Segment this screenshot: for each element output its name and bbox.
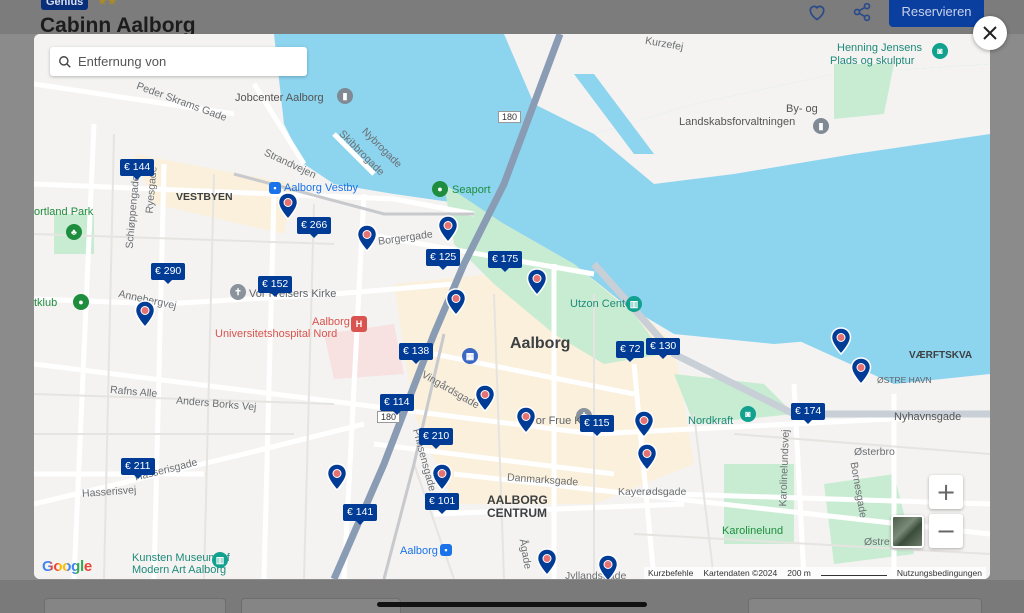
scale-bar <box>820 568 887 576</box>
bottom-card <box>44 598 226 613</box>
district-label: CENTRUM <box>487 506 547 520</box>
distance-search[interactable] <box>50 47 307 76</box>
district-label: VÆRFTSKVA <box>909 350 973 361</box>
price-marker[interactable]: € 141 <box>343 504 378 525</box>
price-marker[interactable]: € 72 <box>616 341 645 362</box>
hotel-pin-icon[interactable] <box>356 224 378 252</box>
reserve-button[interactable]: Reservieren <box>889 0 984 27</box>
road-shield: 180 <box>498 111 522 123</box>
city-label: Aalborg <box>510 335 571 352</box>
place-label: Karolinelund <box>722 525 784 537</box>
search-icon <box>59 55 71 68</box>
shortcuts-link[interactable]: Kurzbefehle <box>648 568 693 578</box>
hotel-pin-icon[interactable] <box>437 215 459 243</box>
bottom-card <box>748 598 982 613</box>
price-marker[interactable]: € 130 <box>646 338 681 359</box>
price-marker[interactable]: € 115 <box>580 415 614 436</box>
price-marker[interactable]: € 138 <box>399 343 434 364</box>
hotel-pin-icon[interactable] <box>277 192 299 220</box>
price-marker[interactable]: € 175 <box>488 251 523 272</box>
page-header: Genius ★★ Cabinn Aalborg Reservieren <box>0 0 1024 37</box>
zoom-out-button[interactable]: − <box>929 514 963 548</box>
scale-label[interactable]: 200 m <box>787 568 811 578</box>
place-label: Universitetshospital Nord <box>215 328 338 340</box>
hotel-pin-icon[interactable] <box>445 288 467 316</box>
google-logo: Google <box>42 558 92 575</box>
hotel-pin-icon[interactable] <box>474 384 496 412</box>
place-label: Jobcenter Aalborg <box>235 92 324 104</box>
park-icon: ♣ <box>66 224 82 240</box>
hotel-pin-icon[interactable] <box>536 548 558 576</box>
price-marker[interactable]: € 114 <box>380 394 414 415</box>
street-label: Østre <box>864 536 890 548</box>
street-label: Østerbro <box>854 446 895 458</box>
hotel-pin-icon[interactable] <box>636 443 658 471</box>
price-marker[interactable]: € 266 <box>297 217 332 238</box>
price-marker[interactable]: € 101 <box>425 493 460 514</box>
district-label: AALBORG <box>487 493 548 507</box>
map-attribution: Kurzbefehle Kartendaten ©2024 200 m Nutz… <box>644 567 986 579</box>
hotel-pin-icon[interactable] <box>515 406 537 434</box>
place-label: Henning Jensens <box>837 42 923 54</box>
district-label: VESTBYEN <box>176 191 233 203</box>
museum-icon: ▥ <box>212 552 228 568</box>
hotel-pin-icon[interactable] <box>850 357 872 385</box>
price-marker[interactable]: € 211 <box>121 458 155 479</box>
map-pin-icon: ● <box>432 181 448 197</box>
price-marker[interactable]: € 174 <box>791 403 826 424</box>
government-icon: ▮ <box>813 118 829 134</box>
price-marker[interactable]: € 125 <box>426 249 461 270</box>
church-icon: ✝ <box>230 284 246 300</box>
price-marker[interactable]: € 210 <box>419 428 454 449</box>
museum-icon: ▥ <box>626 296 642 312</box>
place-label: ortland Park <box>34 206 94 218</box>
terms-link[interactable]: Nutzungsbedingungen <box>897 568 982 578</box>
genius-badge: Genius <box>41 0 89 10</box>
street-label: Nyhavnsgade <box>894 411 962 423</box>
price-marker[interactable]: € 144 <box>120 159 155 180</box>
share-icon[interactable] <box>852 2 872 22</box>
camera-icon: ◙ <box>932 43 948 59</box>
price-marker[interactable]: € 290 <box>151 263 186 284</box>
hotel-pin-icon[interactable] <box>633 410 655 438</box>
hotel-pin-icon[interactable] <box>326 463 348 491</box>
close-button[interactable] <box>973 16 1007 50</box>
close-icon <box>983 26 997 40</box>
hotel-pin-icon[interactable] <box>597 554 619 579</box>
map-data-label: Kartendaten ©2024 <box>703 568 778 578</box>
star-rating: ★★ <box>97 0 117 8</box>
place-label: tklub <box>34 297 58 309</box>
price-marker[interactable]: € 152 <box>258 276 293 297</box>
heart-icon[interactable] <box>807 2 827 22</box>
place-label: Nordkraft <box>688 415 734 427</box>
hotel-pin-icon[interactable] <box>134 300 156 328</box>
place-label: Seaport <box>452 184 491 196</box>
map-pin-icon: ● <box>73 294 89 310</box>
map-modal: 180 180 Jobcenter Aalborg ▮ Henning Jens… <box>34 34 990 579</box>
train-icon: ▪ <box>440 544 452 556</box>
search-input[interactable] <box>78 54 298 69</box>
street-label: Kayerødsgade <box>618 486 687 498</box>
hotel-pin-icon[interactable] <box>431 463 453 491</box>
hospital-icon: H <box>351 316 367 332</box>
place-label: Plads og skulptur <box>830 55 915 67</box>
place-label: Aalborg <box>400 545 438 557</box>
government-icon: ▮ <box>337 88 353 104</box>
satellite-toggle[interactable] <box>891 515 924 548</box>
district-label: ØSTRE HAVN <box>877 375 932 385</box>
hotel-pin-icon[interactable] <box>526 268 548 296</box>
hotel-building-icon: ▦ <box>462 348 478 364</box>
hotel-pin-icon[interactable] <box>830 327 852 355</box>
zoom-in-button[interactable]: + <box>929 475 963 509</box>
home-indicator <box>377 602 647 607</box>
camera-icon: ◙ <box>740 406 756 422</box>
place-label: By- og <box>786 103 818 115</box>
place-label: Modern Art Aalborg <box>132 564 227 576</box>
place-label: Landskabsforvaltningen <box>679 116 796 128</box>
place-label: Aalborg <box>312 316 350 328</box>
